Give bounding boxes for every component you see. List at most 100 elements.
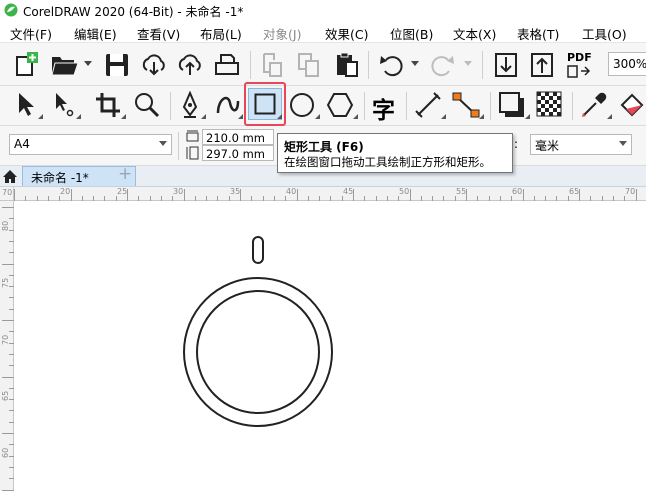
flyout-indicator-icon xyxy=(201,114,206,119)
menu-bar: 文件(F) 编辑(E) 查看(V) 布局(L) 对象(J) 效果(C) 位图(B… xyxy=(0,21,646,42)
vertical-ruler[interactable]: 80 75 70 65 60 xyxy=(0,201,14,491)
open-folder-icon[interactable] xyxy=(50,52,80,78)
chevron-down-icon[interactable] xyxy=(464,61,472,67)
menu-edit[interactable]: 编辑(E) xyxy=(74,24,117,43)
ruler-label: 25 xyxy=(117,187,128,196)
units-label: : xyxy=(514,137,519,151)
ruler-label: 75 xyxy=(1,277,10,288)
ruler-label: 45 xyxy=(343,187,354,196)
page-size-select[interactable]: A4 xyxy=(9,134,172,155)
paste-icon[interactable] xyxy=(334,51,360,79)
flyout-indicator-icon xyxy=(441,114,446,119)
flyout-indicator-icon xyxy=(525,114,530,119)
polygon-tool-icon[interactable] xyxy=(326,91,354,119)
menu-tools[interactable]: 工具(O) xyxy=(582,24,627,43)
cloud-upload-icon[interactable] xyxy=(176,53,204,77)
export-icon[interactable] xyxy=(530,52,554,78)
standard-toolbar: PDF 300% xyxy=(0,42,646,86)
flyout-indicator-icon xyxy=(607,114,612,119)
menu-file[interactable]: 文件(F) xyxy=(10,24,52,43)
menu-object[interactable]: 对象(J) xyxy=(263,24,301,43)
chevron-down-icon xyxy=(159,141,167,146)
text-tool-icon[interactable]: 字 xyxy=(372,91,395,125)
ruler-label: 80 xyxy=(1,220,10,231)
menu-effects[interactable]: 效果(C) xyxy=(325,24,368,43)
zoom-level-input[interactable]: 300% xyxy=(608,52,646,76)
print-icon[interactable] xyxy=(214,52,240,78)
flyout-indicator-icon xyxy=(353,114,358,119)
cut-icon[interactable] xyxy=(260,51,284,79)
tooltip-title: 矩形工具 (F6) xyxy=(284,140,364,154)
copy-icon[interactable] xyxy=(296,51,322,79)
pick-tool-icon[interactable] xyxy=(14,91,38,119)
transparency-tool-icon[interactable] xyxy=(536,91,562,117)
units-select[interactable]: 毫米 xyxy=(530,134,632,155)
save-icon[interactable] xyxy=(104,52,130,78)
drawn-inner-circle[interactable] xyxy=(196,290,320,414)
freehand-pen-tool-icon[interactable] xyxy=(178,91,202,119)
rectangle-tool-tooltip: 矩形工具 (F6) 在绘图窗口拖动工具绘制正方形和矩形。 xyxy=(277,133,513,173)
toolbox: 字 xyxy=(0,86,646,126)
redo-icon[interactable] xyxy=(428,52,456,78)
publish-pdf-icon[interactable] xyxy=(567,65,591,79)
flyout-indicator-icon xyxy=(315,114,320,119)
new-document-icon[interactable] xyxy=(12,51,40,79)
menu-view[interactable]: 查看(V) xyxy=(137,24,180,43)
ruler-label: 35 xyxy=(230,187,241,196)
parallel-dimension-tool-icon[interactable] xyxy=(414,91,442,119)
ruler-corner[interactable]: 70 xyxy=(0,187,14,201)
drop-shadow-tool-icon[interactable] xyxy=(498,91,526,119)
drawn-capsule-shape[interactable] xyxy=(252,236,264,264)
drawn-outer-circle[interactable] xyxy=(183,277,333,427)
crop-tool-icon[interactable] xyxy=(94,91,122,119)
ruler-label: 50 xyxy=(399,187,410,196)
menu-text[interactable]: 文本(X) xyxy=(453,24,496,43)
eyedropper-tool-icon[interactable] xyxy=(580,91,608,119)
rectangle-tool-highlight xyxy=(244,82,286,126)
connector-tool-icon[interactable] xyxy=(452,91,480,119)
flyout-indicator-icon xyxy=(121,114,126,119)
ruler-label: 65 xyxy=(569,187,580,196)
ruler-label: 60 xyxy=(512,187,523,196)
page-height-icon xyxy=(186,146,199,160)
ruler-label: 30 xyxy=(173,187,184,196)
interactive-fill-tool-icon[interactable] xyxy=(618,91,646,119)
drawing-objects xyxy=(183,236,333,427)
flyout-indicator-icon xyxy=(76,114,81,119)
page-height-input[interactable]: 297.0 mm xyxy=(202,145,274,161)
chevron-down-icon[interactable] xyxy=(411,61,419,67)
cloud-download-icon[interactable] xyxy=(140,53,168,77)
menu-table[interactable]: 表格(T) xyxy=(517,24,559,43)
flyout-indicator-icon xyxy=(479,114,484,119)
undo-icon[interactable] xyxy=(378,52,406,78)
new-tab-button[interactable]: + xyxy=(118,164,132,184)
pdf-label: PDF xyxy=(567,51,592,64)
ellipse-tool-icon[interactable] xyxy=(288,91,316,119)
drawing-canvas[interactable] xyxy=(15,202,646,491)
zoom-tool-icon[interactable] xyxy=(133,91,161,119)
title-bar: CorelDRAW 2020 (64-Bit) - 未命名 -1* xyxy=(0,0,646,21)
flyout-indicator-icon xyxy=(38,114,43,119)
tooltip-description: 在绘图窗口拖动工具绘制正方形和矩形。 xyxy=(284,155,491,169)
ruler-label: 20 xyxy=(60,187,71,196)
chevron-down-icon[interactable] xyxy=(84,61,92,67)
ruler-label: 55 xyxy=(456,187,467,196)
ruler-label: 65 xyxy=(1,390,10,401)
menu-bitmaps[interactable]: 位图(B) xyxy=(390,24,433,43)
ruler-label: 60 xyxy=(1,447,10,458)
ruler-label: 40 xyxy=(286,187,297,196)
chevron-down-icon xyxy=(619,141,627,146)
ruler-label: 70 xyxy=(625,187,636,196)
coreldraw-logo-icon xyxy=(4,3,18,17)
home-icon[interactable] xyxy=(2,169,18,184)
ruler-label: 70 xyxy=(1,334,10,345)
shape-tool-icon[interactable] xyxy=(50,91,78,119)
flyout-indicator-icon xyxy=(238,114,243,119)
horizontal-ruler[interactable]: 20 25 30 35 40 45 50 55 60 65 70 xyxy=(14,187,646,201)
horizontal-ruler-ticks xyxy=(14,189,637,201)
window-title: CorelDRAW 2020 (64-Bit) - 未命名 -1* xyxy=(23,5,244,19)
page-width-input[interactable]: 210.0 mm xyxy=(202,129,274,145)
import-icon[interactable] xyxy=(494,52,518,78)
page-width-icon xyxy=(186,130,199,142)
menu-layout[interactable]: 布局(L) xyxy=(200,24,242,43)
